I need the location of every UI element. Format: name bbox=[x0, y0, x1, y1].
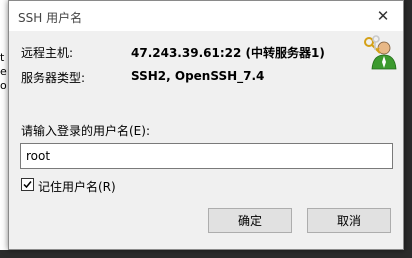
ok-button[interactable]: 确定 bbox=[208, 208, 292, 233]
background-text-char: e bbox=[0, 65, 7, 78]
cancel-button[interactable]: 取消 bbox=[307, 208, 391, 233]
close-button[interactable]: ✕ bbox=[363, 1, 403, 31]
ssh-username-dialog: SSH 用户名 ✕ 远程主机: 47.243.39.61:22 (中转服务器1)… bbox=[8, 0, 404, 250]
remember-username-checkbox[interactable] bbox=[21, 178, 34, 191]
host-label: 远程主机: bbox=[21, 46, 74, 60]
dialog-title: SSH 用户名 bbox=[18, 11, 83, 25]
checkmark-icon bbox=[23, 181, 32, 189]
background-text-char: t bbox=[0, 51, 5, 64]
background-text-char: o bbox=[0, 79, 7, 92]
server-keys-icon bbox=[362, 35, 398, 71]
remember-username-label[interactable]: 记住用户名(R) bbox=[38, 178, 116, 195]
server-type-value: SSH2, OpenSSH_7.4 bbox=[131, 69, 265, 83]
title-bar[interactable]: SSH 用户名 ✕ bbox=[9, 1, 403, 31]
server-type-label: 服务器类型: bbox=[21, 71, 86, 85]
username-input[interactable]: root bbox=[20, 143, 393, 169]
username-prompt: 请输入登录的用户名(E): bbox=[21, 124, 150, 138]
host-value: 47.243.39.61:22 (中转服务器1) bbox=[131, 46, 325, 60]
close-icon: ✕ bbox=[376, 7, 390, 25]
